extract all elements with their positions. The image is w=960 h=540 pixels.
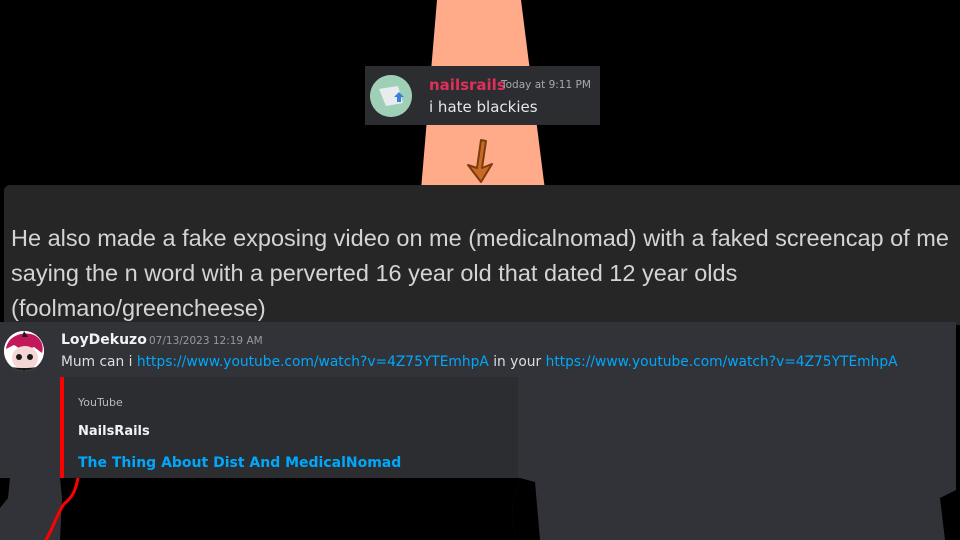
embed-title[interactable]: The Thing About Dist And MedicalNomad xyxy=(78,455,401,471)
username[interactable]: LoyDekuzo xyxy=(61,332,147,348)
bottom-message: LoyDekuzo 07/13/2023 12:19 AM Mum can i … xyxy=(0,322,956,540)
avatar-icon xyxy=(4,331,44,371)
message-text: Mum can i https://www.youtube.com/watch?… xyxy=(61,354,898,370)
arrow-down-icon xyxy=(467,139,493,183)
timestamp: Today at 9:11 PM xyxy=(501,79,591,91)
link-embed: YouTube NailsRails The Thing About Dist … xyxy=(60,377,518,481)
embed-provider: YouTube xyxy=(78,396,123,409)
caption-text: He also made a fake exposing video on me… xyxy=(11,225,949,321)
avatar[interactable] xyxy=(4,331,44,371)
youtube-link[interactable]: https://www.youtube.com/watch?v=4Z75YTEm… xyxy=(137,354,489,370)
youtube-link[interactable]: https://www.youtube.com/watch?v=4Z75YTEm… xyxy=(546,354,898,370)
message-text: i hate blackies xyxy=(429,98,538,116)
username[interactable]: nailsrails xyxy=(429,76,506,94)
message-text-part: in your xyxy=(488,354,546,370)
caption-panel: He also made a fake exposing video on me… xyxy=(4,185,960,325)
timestamp: 07/13/2023 12:19 AM xyxy=(149,335,263,347)
message-text-part: Mum can i xyxy=(61,354,137,370)
embed-author[interactable]: NailsRails xyxy=(78,424,150,439)
avatar[interactable] xyxy=(370,75,412,117)
avatar-icon xyxy=(370,75,412,117)
top-message: nailsrails Today at 9:11 PM i hate black… xyxy=(365,66,600,125)
